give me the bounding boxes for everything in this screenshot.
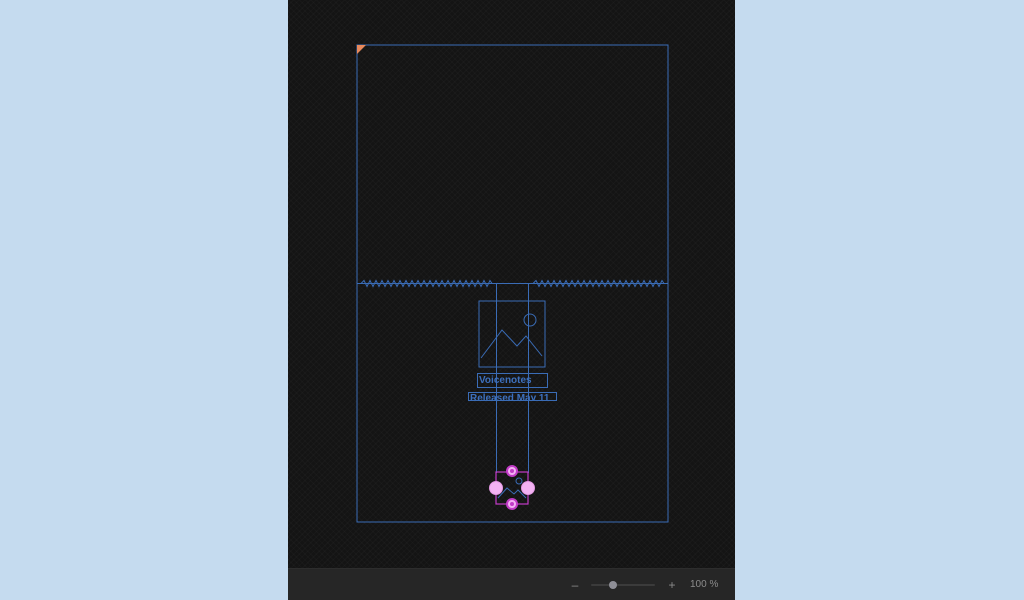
resize-handle-left[interactable] <box>489 481 503 495</box>
image-placeholder-icon[interactable] <box>478 300 546 368</box>
release-date-label[interactable]: Released May 11 <box>468 392 557 401</box>
zoom-out-button[interactable]: – <box>568 577 582 593</box>
zoom-slider-thumb[interactable] <box>609 581 618 589</box>
blueprint-overlay <box>356 44 669 523</box>
editor-window: Voicenotes Released May 11 – + 100 % <box>288 0 735 600</box>
app-title-label[interactable]: Voicenotes <box>477 373 548 388</box>
resize-handle-right[interactable] <box>521 481 535 495</box>
resize-handle-bottom[interactable] <box>506 498 518 510</box>
zoom-toolbar: – + 100 % <box>288 568 735 600</box>
corner-marker-icon <box>357 45 366 54</box>
design-canvas[interactable]: Voicenotes Released May 11 <box>288 0 735 568</box>
zoom-level-readout: 100 % <box>690 579 719 590</box>
zoom-slider[interactable] <box>591 581 655 589</box>
resize-handle-top[interactable] <box>506 465 518 477</box>
zoom-in-button[interactable]: + <box>665 577 679 593</box>
